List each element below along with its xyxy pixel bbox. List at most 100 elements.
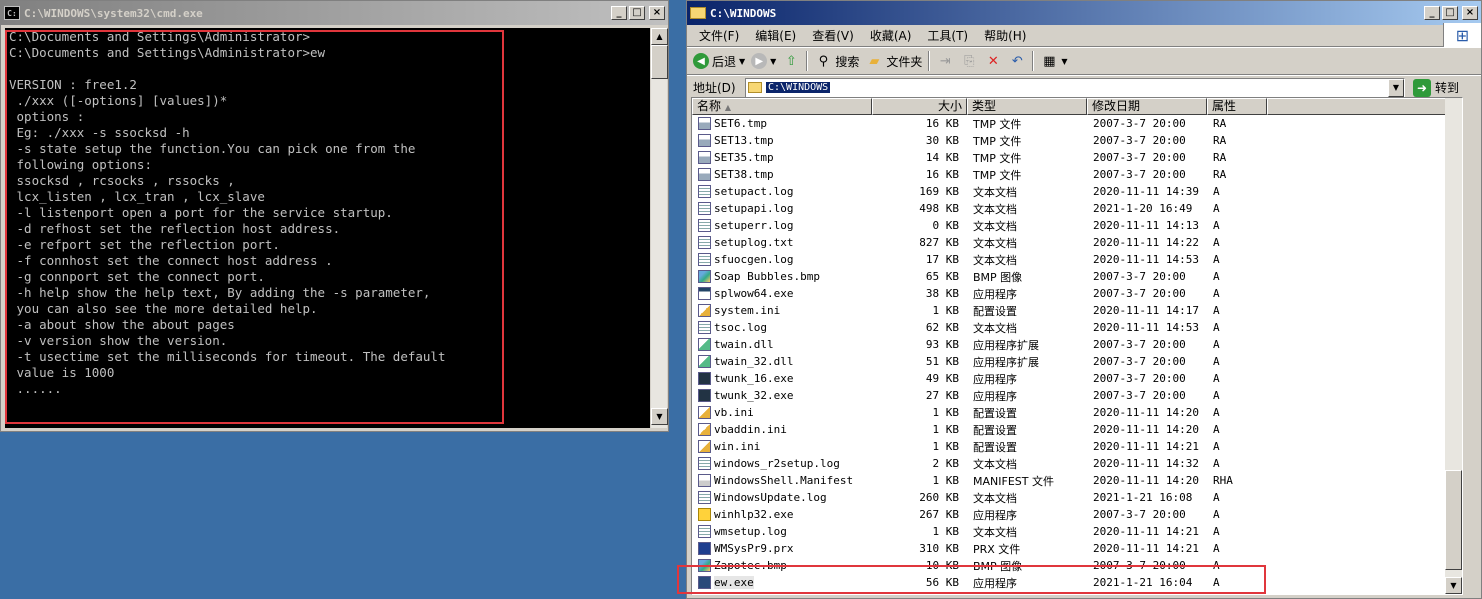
scroll-down-button[interactable]: ▼ (1445, 577, 1462, 594)
console-output[interactable]: C:\Documents and Settings\Administrator>… (5, 28, 650, 428)
file-row[interactable]: splwow64.exe 38 KB 应用程序 2007-3-7 20:00 A (692, 285, 1462, 302)
file-row[interactable]: SET13.tmp 30 KB TMP 文件 2007-3-7 20:00 RA (692, 132, 1462, 149)
file-row[interactable]: Soap Bubbles.bmp 65 KB BMP 图像 2007-3-7 20:0… (692, 268, 1462, 285)
file-row[interactable]: sfuocgen.log 17 KB 文本文档 2020-11-11 14:53 A (692, 251, 1462, 268)
file-row[interactable]: setuperr.log 0 KB 文本文档 2020-11-11 14:13 A (692, 217, 1462, 234)
file-row[interactable]: WindowsShell.Manifest 1 KB MANIFEST 文件 2020… (692, 472, 1462, 489)
explorer-window[interactable]: C:\WINDOWS _ □ × 文件(F) 编辑(E) 查看(V) 收藏(A)… (686, 0, 1482, 599)
file-row[interactable]: setupapi.log 498 KB 文本文档 2021-1-20 16:49 A (692, 200, 1462, 217)
bmp-file-icon (698, 270, 711, 283)
file-row[interactable]: twunk_16.exe 49 KB 应用程序 2007-3-7 20:00 A (692, 370, 1462, 387)
file-row[interactable]: WindowsUpdate.log 260 KB 文本文档 2021-1-21 16:… (692, 489, 1462, 506)
file-row[interactable]: twain_32.dll 51 KB 应用程序扩展 2007-3-7 20:00 A (692, 353, 1462, 370)
cmd-window[interactable]: C: C:\WINDOWS\system32\cmd.exe _ □ × C:\… (0, 0, 669, 432)
file-size: 260 KB (919, 491, 959, 504)
file-row[interactable]: ew.exe 56 KB 应用程序 2021-1-21 16:04 A (692, 574, 1462, 591)
file-row[interactable]: setupact.log 169 KB 文本文档 2020-11-11 14:39 A (692, 183, 1462, 200)
menu-help[interactable]: 帮助(H) (976, 27, 1034, 44)
file-list-scrollbar[interactable]: ▼ (1445, 98, 1462, 594)
explorer-title-bar[interactable]: C:\WINDOWS _ □ × (687, 1, 1481, 25)
file-name-cell: SET6.tmp (692, 117, 872, 130)
delete-icon[interactable]: ✕ (984, 52, 1002, 70)
txt-file-icon (698, 457, 711, 470)
file-row[interactable]: winhlp32.exe 267 KB 应用程序 2007-3-7 20:00 A (692, 506, 1462, 523)
close-button[interactable]: × (649, 6, 665, 20)
file-type: TMP 文件 (973, 151, 1022, 165)
column-size-header[interactable]: 大小 (872, 98, 967, 115)
go-button[interactable]: ➜ 转到 (1413, 78, 1459, 97)
file-type: PRX 文件 (973, 542, 1021, 556)
console-scrollbar[interactable]: ▲ ▼ (650, 28, 668, 428)
cmd-title-bar[interactable]: C: C:\WINDOWS\system32\cmd.exe _ □ × (1, 1, 668, 25)
folders-button[interactable]: ▰ 文件夹 (865, 52, 922, 70)
file-row[interactable]: twunk_32.exe 27 KB 应用程序 2007-3-7 20:00 A (692, 387, 1462, 404)
up-folder-icon[interactable]: ⇧ (782, 52, 800, 70)
column-date-header[interactable]: 修改日期 (1087, 98, 1207, 115)
column-attr-header[interactable]: 属性 (1207, 98, 1267, 115)
file-name: splwow64.exe (714, 287, 794, 300)
file-attr: A (1213, 321, 1220, 334)
search-button[interactable]: ⚲ 搜索 (814, 52, 860, 70)
file-row[interactable]: wmsetup.log 1 KB 文本文档 2020-11-11 14:21 A (692, 523, 1462, 540)
file-date: 2020-11-11 14:21 (1093, 525, 1199, 538)
file-row[interactable]: win.ini 1 KB 配置设置 2020-11-11 14:21 A (692, 438, 1462, 455)
address-input[interactable]: C:\WINDOWS ▼ (745, 77, 1405, 98)
file-date: 2007-3-7 20:00 (1093, 287, 1186, 300)
file-row[interactable]: tsoc.log 62 KB 文本文档 2020-11-11 14:53 A (692, 319, 1462, 336)
tmp-file-icon (698, 151, 711, 164)
minimize-button[interactable]: _ (611, 6, 627, 20)
forward-button[interactable]: ▶ ▼ (751, 53, 776, 69)
views-button[interactable]: ▦ ▼ (1040, 52, 1067, 70)
folders-icon: ▰ (869, 53, 880, 69)
file-row[interactable]: system.ini 1 KB 配置设置 2020-11-11 14:17 A (692, 302, 1462, 319)
menu-edit[interactable]: 编辑(E) (747, 27, 804, 44)
file-row[interactable]: WMSysPr9.prx 310 KB PRX 文件 2020-11-11 14:21… (692, 540, 1462, 557)
scroll-thumb[interactable] (651, 45, 668, 79)
file-row[interactable]: vb.ini 1 KB 配置设置 2020-11-11 14:20 A (692, 404, 1462, 421)
close-button[interactable]: × (1462, 6, 1478, 20)
file-row[interactable]: Zapotec.bmp 10 KB BMP 图像 2007-3-7 20:00 A (692, 557, 1462, 574)
file-name: SET6.tmp (714, 117, 767, 130)
copy-to-icon[interactable]: ⎘ (960, 52, 978, 70)
file-row[interactable]: SET35.tmp 14 KB TMP 文件 2007-3-7 20:00 RA (692, 149, 1462, 166)
maximize-button[interactable]: □ (1442, 6, 1458, 20)
back-button[interactable]: ◀ 后退 ▼ (693, 53, 745, 70)
file-name-cell: SET38.tmp (692, 168, 872, 181)
file-type: 应用程序 (973, 287, 1017, 301)
toolbar-separator (806, 51, 809, 71)
menu-view[interactable]: 查看(V) (804, 27, 862, 44)
file-name: win.ini (714, 440, 761, 453)
menu-file[interactable]: 文件(F) (691, 27, 747, 44)
column-name-header[interactable]: 名称 ▲ (692, 98, 872, 115)
file-row[interactable]: windows_r2setup.log 2 KB 文本文档 2020-11-11 14… (692, 455, 1462, 472)
address-dropdown-button[interactable]: ▼ (1388, 78, 1404, 97)
file-row[interactable]: vbaddin.ini 1 KB 配置设置 2020-11-11 14:20 A (692, 421, 1462, 438)
file-name: sfuocgen.log (714, 253, 794, 266)
maximize-button[interactable]: □ (629, 6, 645, 20)
scroll-down-button[interactable]: ▼ (651, 408, 668, 425)
scroll-up-button[interactable]: ▲ (651, 28, 668, 45)
back-label: 后退 (712, 54, 737, 69)
file-name-cell: twain_32.dll (692, 355, 872, 368)
file-name-cell: system.ini (692, 304, 872, 317)
file-list[interactable]: 名称 ▲ 大小 类型 修改日期 属性 SET6.tmp 16 KB TMP 文件 20… (691, 97, 1463, 595)
txt-file-icon (698, 525, 711, 538)
file-date: 2021-1-20 16:49 (1093, 202, 1193, 215)
console-line: Eg: ./xxx -s ssocksd -h (9, 125, 190, 140)
file-attr: A (1213, 406, 1220, 419)
move-to-icon[interactable]: ⇥ (936, 52, 954, 70)
menu-favorites[interactable]: 收藏(A) (862, 27, 920, 44)
file-type: 文本文档 (973, 185, 1017, 199)
file-row[interactable]: SET38.tmp 16 KB TMP 文件 2007-3-7 20:00 RA (692, 166, 1462, 183)
file-name: winhlp32.exe (714, 508, 794, 521)
file-row[interactable]: setuplog.txt 827 KB 文本文档 2020-11-11 14:22 A (692, 234, 1462, 251)
file-date: 2020-11-11 14:21 (1093, 440, 1199, 453)
column-type-header[interactable]: 类型 (967, 98, 1087, 115)
file-row[interactable]: twain.dll 93 KB 应用程序扩展 2007-3-7 20:00 A (692, 336, 1462, 353)
ew-file-icon (698, 576, 711, 589)
minimize-button[interactable]: _ (1424, 6, 1440, 20)
menu-tools[interactable]: 工具(T) (919, 27, 976, 44)
undo-icon[interactable]: ↶ (1008, 52, 1026, 70)
scroll-thumb[interactable] (1445, 470, 1462, 570)
file-row[interactable]: SET6.tmp 16 KB TMP 文件 2007-3-7 20:00 RA (692, 115, 1462, 132)
